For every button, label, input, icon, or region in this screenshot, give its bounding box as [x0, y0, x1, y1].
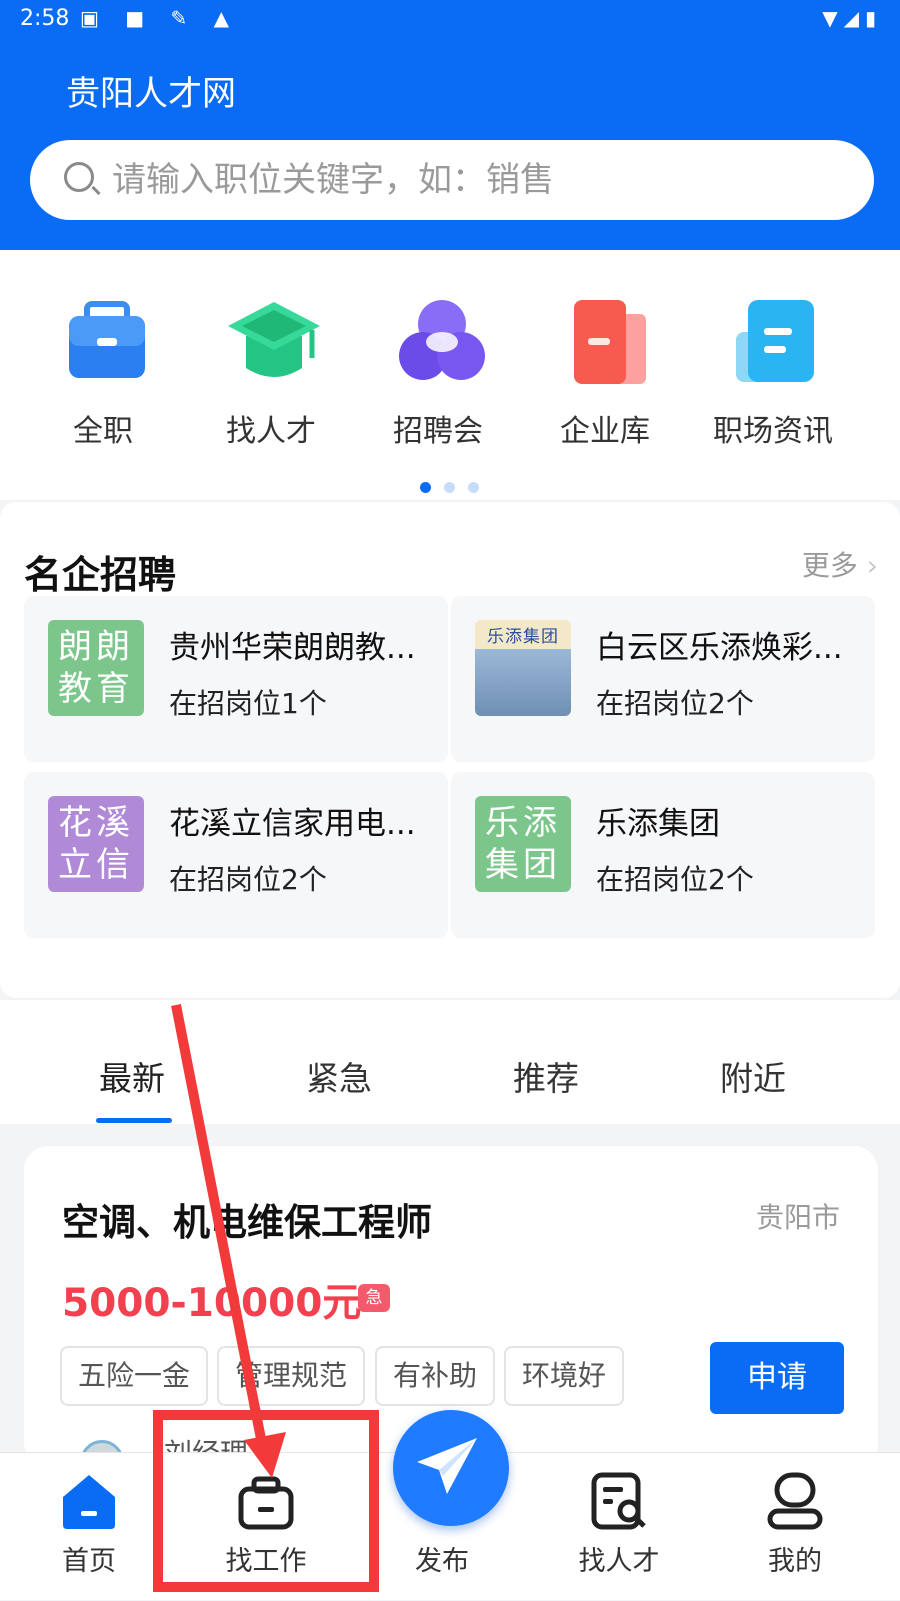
page-dot — [420, 482, 431, 493]
page-indicator — [420, 478, 492, 497]
company-logo: 朗朗教育 — [48, 620, 144, 716]
nav-find-talent[interactable]: 找人才 — [534, 1453, 704, 1601]
category-fulltime[interactable]: 全职 — [20, 300, 190, 460]
briefcase-icon — [69, 301, 145, 378]
job-city: 贵阳市 — [755, 1201, 840, 1234]
company-logo: 花溪立信 — [48, 796, 144, 892]
category-label: 招聘会 — [393, 414, 483, 449]
user-icon — [767, 1472, 823, 1530]
company-jobs: 在招岗位2个 — [596, 863, 754, 896]
job-title: 空调、机电维保工程师 — [62, 1201, 432, 1244]
company-name: 乐添集团 — [596, 806, 720, 842]
tab-nearby[interactable]: 附近 — [720, 1052, 786, 1100]
job-tabs: 最新 紧急 推荐 附近 — [0, 1000, 900, 1124]
company-name: 贵州华荣朗朗教... — [169, 630, 416, 666]
news-icon — [736, 300, 814, 382]
company-card[interactable]: 朗朗教育 贵州华荣朗朗教... 在招岗位1个 — [24, 596, 448, 762]
graduation-cap-icon — [228, 302, 320, 377]
more-link[interactable]: 更多 › — [802, 544, 878, 584]
apply-button[interactable]: 申请 — [710, 1342, 844, 1414]
company-card[interactable]: 花溪立信 花溪立信家用电... 在招岗位2个 — [24, 772, 448, 938]
category-talent[interactable]: 找人才 — [188, 300, 358, 460]
job-tag: 环境好 — [504, 1346, 625, 1406]
more-label: 更多 — [801, 549, 858, 582]
job-tag: 有补助 — [375, 1346, 496, 1406]
tab-indicator — [96, 1118, 172, 1123]
urgent-badge: 急 — [358, 1284, 390, 1312]
logo-text: 乐添集团 — [487, 627, 559, 647]
publish-button[interactable] — [393, 1410, 509, 1526]
category-jobfair[interactable]: 招聘会 — [355, 300, 525, 460]
page-dot — [468, 482, 479, 493]
talent-search-icon — [591, 1472, 646, 1530]
building-icon — [574, 300, 646, 384]
category-label: 职场资讯 — [713, 414, 833, 449]
search-icon — [64, 162, 94, 192]
category-label: 全职 — [73, 414, 133, 449]
search-input[interactable] — [112, 140, 832, 220]
category-label: 找人才 — [226, 414, 316, 449]
status-time: 2:58 — [20, 6, 70, 31]
company-card[interactable]: 乐添集团 白云区乐添焕彩... 在招岗位2个 — [451, 596, 875, 762]
tab-urgent[interactable]: 紧急 — [306, 1052, 372, 1100]
annotation-highlight-box — [153, 1410, 379, 1592]
category-label: 企业库 — [560, 414, 650, 449]
circles-icon — [399, 300, 485, 380]
notification-icons: ▣ ■ ✎ ▲ — [80, 6, 240, 30]
company-jobs: 在招岗位2个 — [169, 863, 327, 896]
nav-label: 找人才 — [578, 1546, 660, 1577]
nav-label: 我的 — [768, 1546, 822, 1577]
page-dot — [444, 482, 455, 493]
nav-label: 首页 — [62, 1546, 116, 1577]
status-bar: 2:58 ▣ ■ ✎ ▲ ▼◢▮ — [0, 0, 900, 38]
job-tag: 管理规范 — [217, 1346, 366, 1406]
category-grid: 全职 找人才 招聘会 企业库 职场资讯 — [0, 250, 900, 500]
nav-home[interactable]: 首页 — [4, 1453, 174, 1601]
nav-mine[interactable]: 我的 — [710, 1453, 880, 1601]
signal-battery-icon: ▼◢▮ — [822, 6, 882, 30]
tab-latest[interactable]: 最新 — [99, 1052, 165, 1100]
header: 2:58 ▣ ■ ✎ ▲ ▼◢▮ 贵阳人才网 — [0, 0, 900, 250]
company-logo: 乐添集团 — [475, 796, 571, 892]
company-name: 花溪立信家用电... — [169, 806, 416, 842]
app-title: 贵阳人才网 — [66, 74, 236, 114]
job-salary: 5000-10000元 — [62, 1281, 362, 1326]
company-name: 白云区乐添焕彩... — [596, 630, 843, 666]
company-card[interactable]: 乐添集团 乐添集团 在招岗位2个 — [451, 772, 875, 938]
company-logo: 乐添集团 — [475, 620, 571, 716]
famous-companies-section: 名企招聘 更多 › 朗朗教育 贵州华荣朗朗教... 在招岗位1个 乐添集团 白云… — [0, 502, 900, 998]
chevron-right-icon: › — [866, 549, 878, 582]
tab-recommended[interactable]: 推荐 — [513, 1052, 579, 1100]
job-tag: 五险一金 — [60, 1346, 209, 1406]
category-news[interactable]: 职场资讯 — [690, 300, 860, 460]
company-jobs: 在招岗位1个 — [169, 687, 327, 720]
paper-plane-icon — [417, 1438, 477, 1494]
nav-label: 发布 — [415, 1546, 469, 1577]
category-company[interactable]: 企业库 — [522, 300, 692, 460]
search-bar[interactable] — [30, 140, 874, 220]
company-jobs: 在招岗位2个 — [596, 687, 754, 720]
home-icon — [63, 1475, 115, 1529]
section-title: 名企招聘 — [24, 553, 177, 597]
